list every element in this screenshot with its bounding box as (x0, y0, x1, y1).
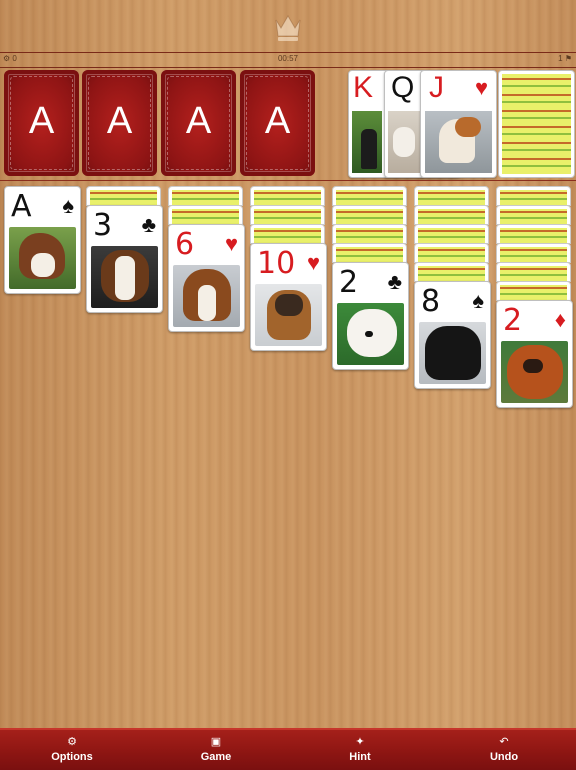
lightbulb-icon: ✦ (355, 736, 365, 748)
hint-button[interactable]: ✦ Hint (310, 730, 410, 770)
moves-status: 1 ⚑ (558, 54, 572, 63)
face-down-card (414, 243, 489, 263)
tableau-card-col-2[interactable]: 3 ♣ (86, 205, 163, 313)
cards-icon: ▣ (210, 736, 222, 748)
timer: 00:57 (277, 54, 299, 63)
tableau-card-col-7[interactable]: 2 ♦ (496, 300, 573, 408)
foundation-label: A (28, 100, 55, 142)
tableau-card-col-1[interactable]: A ♠ (4, 186, 81, 294)
face-down-card (496, 205, 571, 225)
face-down-card (332, 224, 407, 244)
game-label: Game (200, 751, 232, 763)
face-down-card (86, 186, 161, 206)
tableau-card-col-5[interactable]: 2 ♣ (332, 262, 409, 370)
bottom-toolbar: ⚙ Options ▣ Game ✦ Hint ↶ Undo (0, 728, 576, 770)
divider-line (0, 180, 576, 181)
face-down-card (414, 186, 489, 206)
waste-card-jack[interactable]: J ♥ (420, 70, 497, 178)
face-down-card (168, 186, 243, 206)
tableau-card-col-4[interactable]: 10 ♥ (250, 243, 327, 351)
foundation-pile-3[interactable]: A (161, 70, 236, 176)
face-down-card (496, 262, 571, 282)
face-down-card (496, 186, 571, 206)
gear-icon: ⚙ (67, 736, 77, 748)
foundation-pile-1[interactable]: A (4, 70, 79, 176)
face-down-card (332, 186, 407, 206)
options-label: Options (51, 751, 93, 763)
face-down-card (414, 205, 489, 225)
undo-label: Undo (489, 751, 519, 763)
foundation-label: A (264, 100, 291, 142)
face-down-card (496, 281, 571, 301)
face-down-card (332, 243, 407, 263)
face-down-card (414, 224, 489, 244)
status-bar: ⚙ 0 00:57 1 ⚑ (0, 52, 576, 68)
face-down-card (332, 205, 407, 225)
tableau-card-col-3[interactable]: 6 ♥ (168, 224, 245, 332)
face-down-card (250, 205, 325, 225)
undo-button[interactable]: ↶ Undo (454, 730, 554, 770)
face-down-card (250, 224, 325, 244)
game-button[interactable]: ▣ Game (166, 730, 266, 770)
face-down-card (414, 262, 489, 282)
foundation-label: A (185, 100, 212, 142)
hint-label: Hint (349, 751, 371, 763)
face-down-card (250, 186, 325, 206)
options-button[interactable]: ⚙ Options (22, 730, 122, 770)
face-down-card (496, 243, 571, 263)
tableau-card-col-6[interactable]: 8 ♠ (414, 281, 491, 389)
undo-arrow-icon: ↶ (499, 736, 509, 748)
stock-pile[interactable] (498, 70, 575, 178)
face-down-card (168, 205, 243, 225)
face-down-card (496, 224, 571, 244)
foundation-pile-4[interactable]: A (240, 70, 315, 176)
foundation-label: A (106, 100, 133, 142)
foundation-pile-2[interactable]: A (82, 70, 157, 176)
crown-icon (275, 15, 301, 41)
